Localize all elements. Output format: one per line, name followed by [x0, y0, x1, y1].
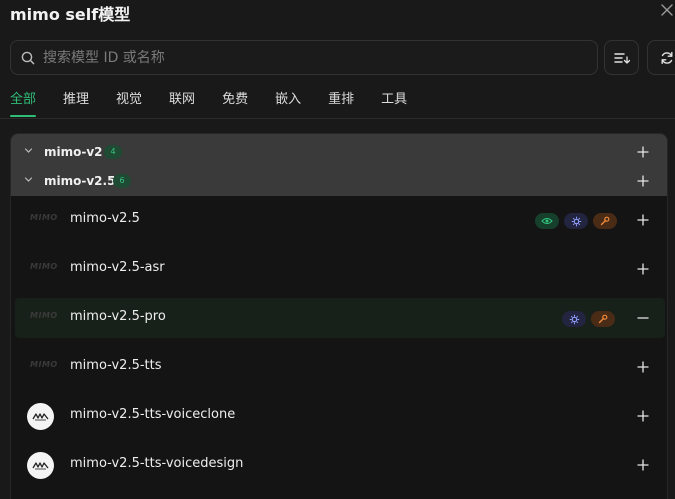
search-box[interactable]	[10, 40, 598, 75]
group-mimo-v2[interactable]: mimo-v2 4	[11, 137, 667, 166]
sort-button[interactable]	[604, 40, 639, 75]
close-icon[interactable]	[660, 3, 674, 17]
chevron-down-icon	[24, 148, 33, 153]
tab-web[interactable]: 联网	[169, 90, 195, 120]
model-name: mimo-v2.5-asr	[70, 260, 165, 275]
model-row[interactable]: MIMO mimo-v2.5-tts	[11, 347, 667, 387]
tab-divider	[0, 118, 675, 119]
model-name: mimo-v2.5	[70, 211, 140, 226]
group-count-badge: 4	[104, 144, 122, 159]
dialog-title: mimo self模型	[10, 5, 131, 24]
add-model-icon[interactable]	[637, 410, 649, 422]
model-row[interactable]: MIMO mimo-v2.5	[11, 200, 667, 240]
eye-icon	[535, 213, 559, 229]
filter-tabs: 全部 推理 视觉 联网 免费 嵌入 重排 工具	[10, 90, 434, 120]
add-model-icon[interactable]	[637, 361, 649, 373]
mimo-logo: MIMO	[30, 311, 58, 320]
mimo-logo: MIMO	[30, 360, 58, 369]
model-name: mimo-v2.5-tts-voiceclone	[70, 407, 236, 422]
tab-free[interactable]: 免费	[222, 90, 248, 120]
add-group-icon[interactable]	[637, 145, 649, 158]
model-row-selected[interactable]: MIMO mimo-v2.5-pro	[15, 298, 665, 338]
refresh-icon	[661, 51, 673, 64]
wrench-icon	[593, 213, 617, 229]
tab-reasoning[interactable]: 推理	[63, 90, 89, 120]
add-model-icon[interactable]	[637, 214, 649, 226]
remove-model-icon[interactable]	[637, 312, 649, 324]
chevron-down-icon	[24, 177, 33, 182]
tab-rerank[interactable]: 重排	[328, 90, 354, 120]
sort-list-icon	[613, 52, 630, 64]
group-name: mimo-v2	[44, 144, 103, 159]
search-icon	[21, 51, 35, 64]
mimo-logo: MIMO	[30, 262, 58, 271]
model-row[interactable]: mimo-v2.5-tts-voiceclone	[11, 396, 667, 436]
mimo-circle-logo	[27, 403, 54, 430]
model-name: mimo-v2.5-tts	[70, 358, 162, 373]
model-row[interactable]: mimo-v2.5-tts-voicedesign	[11, 445, 667, 485]
mimo-logo: MIMO	[30, 213, 58, 222]
group-name: mimo-v2.5	[44, 173, 116, 188]
gear-icon	[562, 311, 586, 327]
tab-tools[interactable]: 工具	[381, 90, 407, 120]
group-headers: mimo-v2 4 mimo-v2.5 6	[11, 134, 667, 196]
add-model-icon[interactable]	[637, 263, 649, 275]
group-count-badge: 6	[113, 173, 131, 188]
model-name: mimo-v2.5-tts-voicedesign	[70, 456, 244, 471]
search-input[interactable]	[43, 41, 597, 74]
model-row[interactable]: MIMO mimo-v2.5-asr	[11, 249, 667, 289]
tab-vision[interactable]: 视觉	[116, 90, 142, 120]
tab-all[interactable]: 全部	[10, 90, 37, 120]
add-model-icon[interactable]	[637, 459, 649, 471]
model-name: mimo-v2.5-pro	[70, 309, 166, 324]
group-mimo-v2.5[interactable]: mimo-v2.5 6	[11, 166, 667, 195]
mimo-circle-logo	[27, 452, 54, 479]
model-list-panel: mimo-v2 4 mimo-v2.5 6 MIMO mimo-v2.5 MIM…	[10, 133, 668, 499]
add-group-icon[interactable]	[637, 174, 649, 187]
wrench-icon	[591, 311, 615, 327]
gear-icon	[564, 213, 588, 229]
tab-embedding[interactable]: 嵌入	[275, 90, 301, 120]
refresh-button[interactable]	[647, 40, 675, 75]
